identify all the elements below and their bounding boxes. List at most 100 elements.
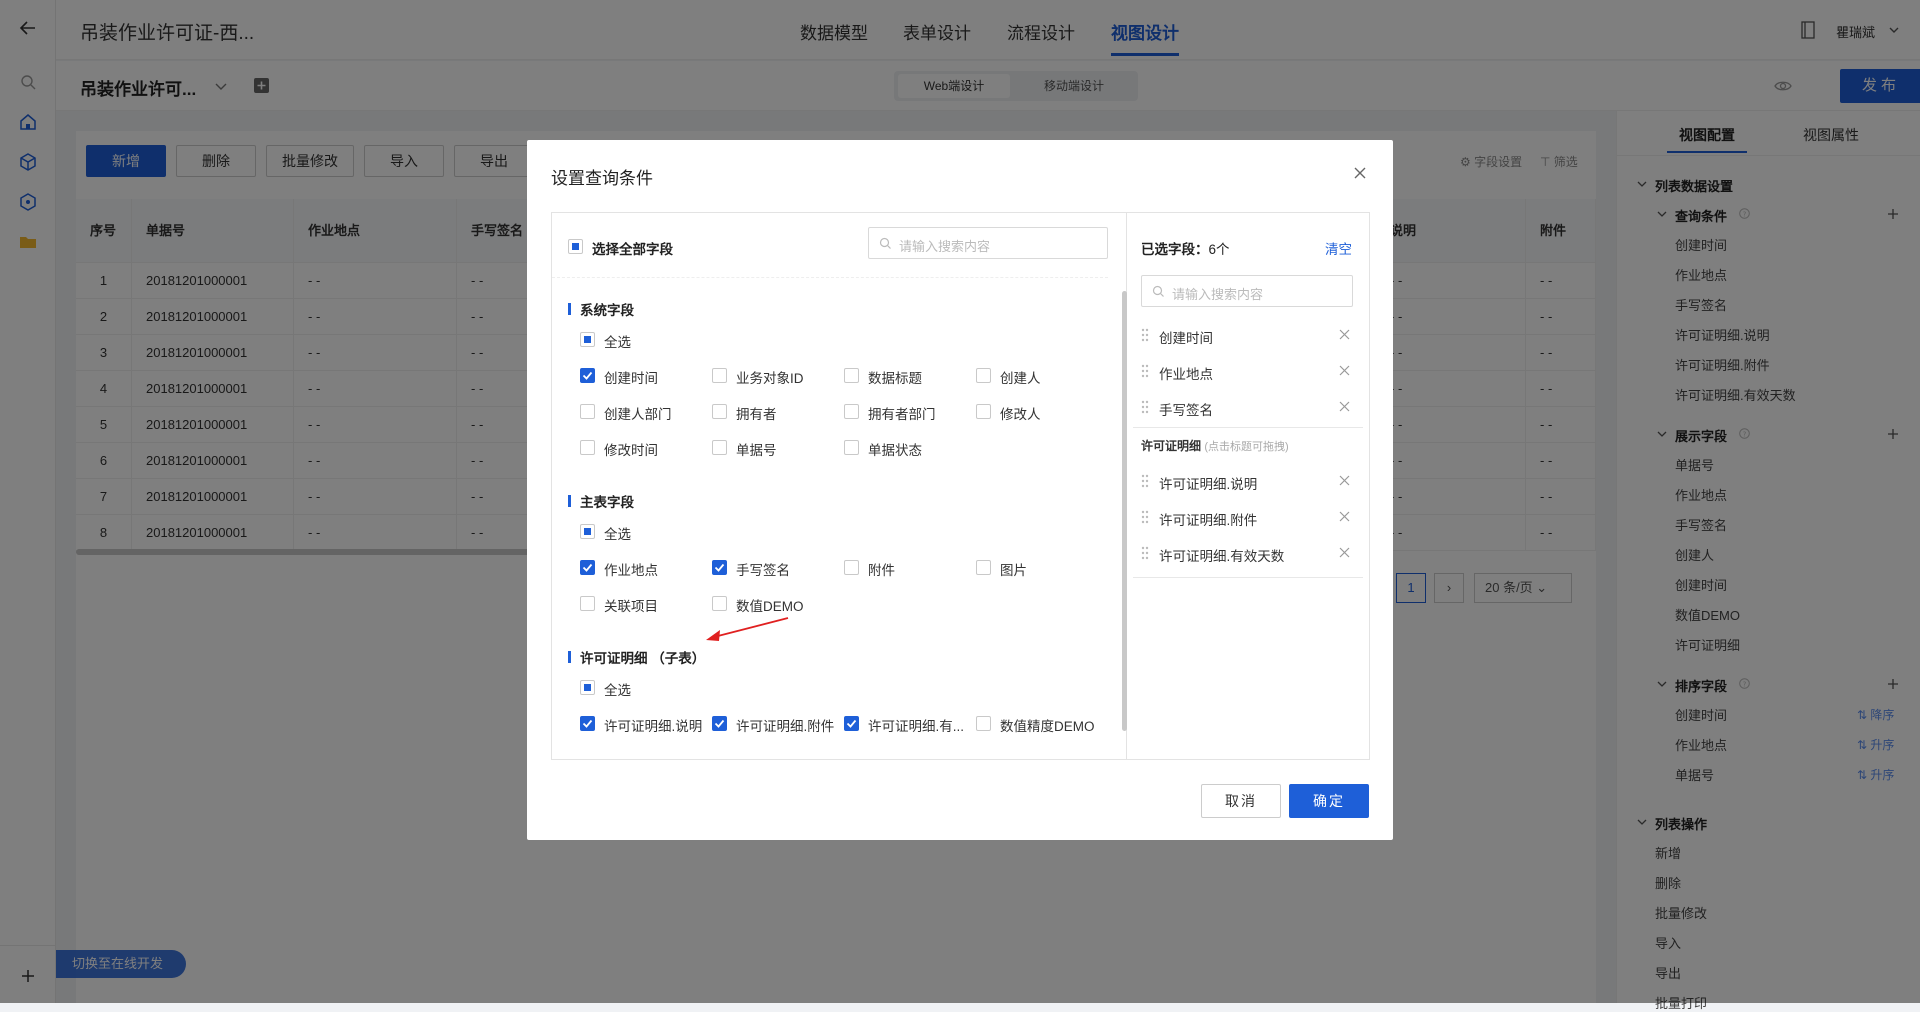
field-checkbox[interactable] <box>580 560 595 575</box>
field-label[interactable]: 业务对象ID <box>736 367 804 387</box>
field-checkbox[interactable] <box>712 368 727 383</box>
drag-handle-icon[interactable] <box>1141 400 1149 414</box>
field-label[interactable]: 数值DEMO <box>736 595 804 615</box>
select-all-checkbox[interactable] <box>580 680 595 695</box>
divider <box>1133 577 1363 578</box>
field-search-input[interactable]: 请输入搜索内容 <box>868 227 1108 259</box>
select-all-checkbox[interactable] <box>580 524 595 539</box>
divider <box>552 277 1108 278</box>
remove-icon[interactable] <box>1339 511 1350 522</box>
drag-hint: (点击标题可拖拽) <box>1204 441 1289 453</box>
field-label[interactable]: 单据号 <box>736 439 777 459</box>
sub-group-title[interactable]: 许可证明细 (点击标题可拖拽) <box>1141 437 1289 454</box>
field-label[interactable]: 图片 <box>1000 559 1027 579</box>
select-all-label: 全选 <box>604 527 631 542</box>
selected-count: 6个 <box>1208 242 1230 257</box>
selected-label-text: 已选字段： <box>1141 242 1209 257</box>
selected-field-item[interactable]: 许可证明细.有效天数 <box>1127 535 1369 571</box>
field-label[interactable]: 创建时间 <box>604 367 658 387</box>
cancel-button[interactable]: 取消 <box>1201 784 1281 818</box>
field-label[interactable]: 创建人 <box>1000 367 1041 387</box>
selected-label: 已选字段：6个 <box>1141 238 1230 258</box>
field-checkbox[interactable] <box>976 560 991 575</box>
field-checkbox[interactable] <box>580 596 595 611</box>
drag-handle-icon[interactable] <box>1141 328 1149 342</box>
field-checkbox[interactable] <box>844 368 859 383</box>
query-condition-dialog: 设置查询条件 选择全部字段 请输入搜索内容 系统字段 全选 创建时间 业务对象ID 数据… <box>527 140 1393 840</box>
field-label[interactable]: 拥有者 <box>736 403 777 423</box>
search-placeholder: 请输入搜索内容 <box>899 239 991 254</box>
selected-field-item[interactable]: 许可证明细.说明 <box>1127 463 1369 499</box>
search-icon <box>1152 285 1164 297</box>
remove-icon[interactable] <box>1339 365 1350 376</box>
dialog-title: 设置查询条件 <box>551 169 653 188</box>
selected-field-item[interactable]: 手写签名 <box>1127 389 1369 425</box>
field-checkbox[interactable] <box>712 440 727 455</box>
field-label[interactable]: 数值精度DEMO <box>1000 715 1095 735</box>
field-checkbox[interactable] <box>844 440 859 455</box>
group-accent-bar <box>568 303 571 315</box>
field-checkbox[interactable] <box>976 404 991 419</box>
selected-field-label: 许可证明细.说明 <box>1159 477 1258 492</box>
group-accent-bar <box>568 495 571 507</box>
remove-icon[interactable] <box>1339 547 1350 558</box>
selected-field-label: 许可证明细.有效天数 <box>1159 549 1285 564</box>
drag-handle-icon[interactable] <box>1141 546 1149 560</box>
field-label[interactable]: 修改人 <box>1000 403 1041 423</box>
field-label[interactable]: 许可证明细.有... <box>868 715 964 735</box>
field-checkbox[interactable] <box>712 404 727 419</box>
field-label[interactable]: 许可证明细.说明 <box>604 715 702 735</box>
field-checkbox[interactable] <box>580 368 595 383</box>
select-all-label: 全选 <box>604 335 631 350</box>
field-label[interactable]: 关联项目 <box>604 595 658 615</box>
remove-icon[interactable] <box>1339 329 1350 340</box>
search-placeholder: 请输入搜索内容 <box>1172 287 1264 302</box>
field-label[interactable]: 单据状态 <box>868 439 922 459</box>
selected-field-label: 创建时间 <box>1159 331 1213 346</box>
drag-handle-icon[interactable] <box>1141 474 1149 488</box>
drag-handle-icon[interactable] <box>1141 364 1149 378</box>
field-label[interactable]: 手写签名 <box>736 559 790 579</box>
field-checkbox[interactable] <box>844 560 859 575</box>
selected-field-item[interactable]: 作业地点 <box>1127 353 1369 389</box>
field-label[interactable]: 附件 <box>868 559 895 579</box>
annotation-arrow-icon <box>706 617 789 641</box>
select-all-checkbox[interactable] <box>580 332 595 347</box>
remove-icon[interactable] <box>1339 475 1350 486</box>
field-checkbox[interactable] <box>976 368 991 383</box>
selected-field-label: 许可证明细.附件 <box>1159 513 1258 528</box>
field-label[interactable]: 作业地点 <box>604 559 658 579</box>
field-label[interactable]: 数据标题 <box>868 367 922 387</box>
selected-field-item[interactable]: 许可证明细.附件 <box>1127 499 1369 535</box>
remove-icon[interactable] <box>1339 401 1350 412</box>
select-all-fields-checkbox[interactable] <box>568 239 583 254</box>
field-checkbox[interactable] <box>844 716 859 731</box>
sub-group-title-text: 许可证明细 <box>1141 439 1202 453</box>
group-title: 许可证明细 （子表） <box>580 651 706 666</box>
drag-handle-icon[interactable] <box>1141 510 1149 524</box>
field-label[interactable]: 拥有者部门 <box>868 403 936 423</box>
field-checkbox[interactable] <box>712 716 727 731</box>
field-label[interactable]: 修改时间 <box>604 439 658 459</box>
selected-search-input[interactable]: 请输入搜索内容 <box>1141 275 1353 307</box>
clear-link[interactable]: 清空 <box>1325 238 1352 258</box>
field-checkbox[interactable] <box>712 560 727 575</box>
group-title: 系统字段 <box>580 303 634 318</box>
field-label[interactable]: 许可证明细.附件 <box>736 715 834 735</box>
field-checkbox[interactable] <box>712 596 727 611</box>
selected-field-label: 手写签名 <box>1159 403 1213 418</box>
select-all-label: 全选 <box>604 683 631 698</box>
selected-field-item[interactable]: 创建时间 <box>1127 317 1369 353</box>
field-label[interactable]: 创建人部门 <box>604 403 672 423</box>
confirm-button[interactable]: 确定 <box>1289 784 1369 818</box>
field-checkbox[interactable] <box>580 716 595 731</box>
field-checkbox[interactable] <box>580 404 595 419</box>
field-picker: 选择全部字段 请输入搜索内容 系统字段 全选 创建时间 业务对象ID 数据标题 创建人 创建… <box>551 212 1127 760</box>
close-icon[interactable] <box>1353 166 1367 180</box>
field-checkbox[interactable] <box>844 404 859 419</box>
select-all-fields-label: 选择全部字段 <box>592 242 673 257</box>
selected-fields-panel: 已选字段：6个 清空 请输入搜索内容 创建时间作业地点手写签名 许可证明细 (点… <box>1127 212 1370 760</box>
field-checkbox[interactable] <box>976 716 991 731</box>
field-checkbox[interactable] <box>580 440 595 455</box>
group-accent-bar <box>568 651 571 663</box>
